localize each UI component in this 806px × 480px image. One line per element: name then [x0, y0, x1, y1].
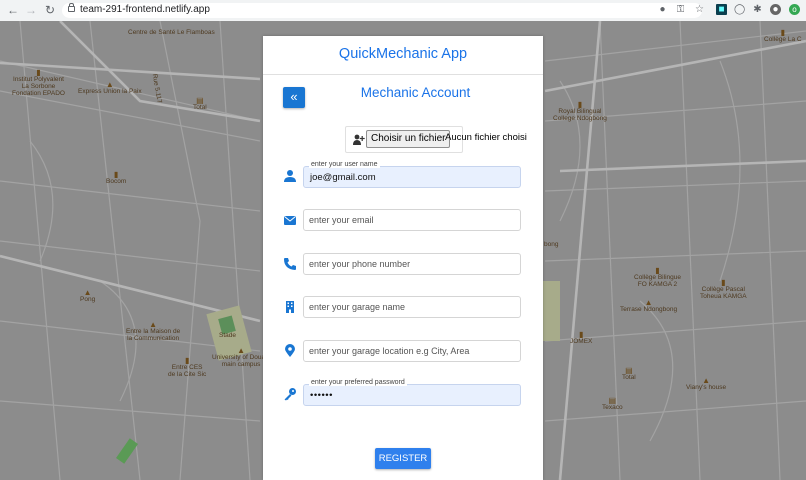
map-label: bong: [544, 241, 559, 248]
extension-circle-icon[interactable]: ◯: [734, 4, 745, 15]
shop-icon: ▲: [83, 288, 92, 297]
reload-icon[interactable]: ↻: [43, 3, 57, 17]
map-label: ▮ Royal Bilingual College Ndogbong: [553, 100, 607, 123]
password-label: enter your preferred password: [309, 379, 407, 386]
map-label: Stade: [219, 332, 236, 339]
fuel-icon: ▤: [625, 366, 633, 375]
shop-icon: ▲: [702, 376, 711, 385]
account-badge[interactable]: o: [789, 4, 800, 15]
password-field[interactable]: enter your preferred password ••••••: [303, 379, 521, 406]
fuel-icon: ▤: [196, 96, 204, 105]
university-icon: ▲: [237, 346, 246, 355]
envelope-icon: [284, 216, 296, 225]
puzzle-icon[interactable]: ✱: [752, 4, 763, 15]
key-icon: [284, 388, 296, 401]
map-label: ▲ University of Douala main campus: [212, 346, 271, 369]
phone-placeholder: enter your phone number: [309, 259, 411, 269]
map-label: ▲ Entre la Maison de la Communication: [126, 320, 181, 343]
email-placeholder: enter your email: [309, 215, 374, 225]
school-icon: ▮: [577, 100, 583, 109]
garage-name-placeholder: enter your garage name: [309, 302, 406, 312]
garage-name-field[interactable]: enter your garage name: [303, 296, 521, 318]
school-icon: ▮: [721, 278, 726, 287]
lock-icon: [68, 3, 75, 12]
map-label: ▲ Terrase Ndongbong: [620, 298, 678, 314]
map-label: ▮ Bocom: [106, 170, 127, 186]
map-label: ▲ Pong: [80, 288, 96, 304]
back-button[interactable]: «: [283, 87, 305, 108]
password-value: ••••••: [310, 390, 333, 401]
user-plus-icon: [353, 134, 365, 145]
app-title: QuickMechanic App: [338, 46, 468, 62]
shop-icon: ▲: [105, 80, 114, 89]
double-chevron-left-icon: «: [290, 89, 298, 104]
bank-icon: ▮: [113, 170, 119, 179]
map-label: ▲ Viany's house: [686, 376, 727, 392]
back-arrow-icon[interactable]: ←: [6, 3, 20, 17]
star-icon[interactable]: ☆: [694, 4, 705, 15]
phone-field[interactable]: enter your phone number: [303, 253, 521, 275]
choose-file-button[interactable]: Choisir un fichier: [366, 130, 451, 148]
profile-avatar[interactable]: ●: [770, 4, 781, 15]
username-field[interactable]: enter your user name joe@gmail.com: [303, 161, 521, 188]
register-button[interactable]: REGISTER: [375, 448, 431, 469]
garage-location-placeholder: enter your garage location e.g City, Are…: [309, 346, 470, 356]
email-field[interactable]: enter your email: [303, 209, 521, 231]
map-label: ▤ Total: [193, 96, 207, 112]
map-label: Centre de Santé Le Flamboas: [128, 29, 215, 36]
map-label: ▮ Entre CES de la Cite Sic: [168, 356, 207, 379]
school-icon: ▮: [184, 356, 190, 365]
map-label: ▮ Collège La C: [764, 28, 802, 44]
username-value: joe@gmail.com: [310, 172, 376, 183]
forward-arrow-icon[interactable]: →: [24, 3, 38, 17]
shop-icon: ▲: [149, 320, 158, 329]
map-label: ▮ Collège Pascal Toheua KAMGA: [700, 278, 747, 301]
location-pin-icon[interactable]: ●: [657, 4, 668, 15]
user-icon: [284, 170, 296, 182]
map-label: ▲ Express Union la Paix: [78, 80, 142, 96]
restaurant-icon: ▮: [579, 330, 584, 339]
map-label: ▤ Total: [622, 366, 636, 382]
fuel-icon: ▤: [608, 396, 617, 405]
key-icon[interactable]: ⚿: [675, 4, 686, 15]
shop-icon: ▲: [644, 298, 653, 307]
page-title: Mechanic Account: [360, 85, 471, 100]
browser-toolbar: ← → ↻ team-291-frontend.netlify.app ● ⚿ …: [0, 0, 806, 22]
phone-icon: [284, 258, 296, 270]
map-label: ▮ JOMEX: [570, 330, 593, 346]
map-label: ▮ Collège Bilingue FO KAMGA 2: [634, 266, 681, 289]
username-label: enter your user name: [309, 161, 380, 168]
school-icon: ▮: [780, 28, 785, 37]
map-marker-icon: [285, 344, 295, 357]
map-label: ▤ Texaco: [602, 396, 623, 412]
building-icon: [286, 301, 294, 313]
school-icon: ▮: [655, 266, 660, 275]
url-text[interactable]: team-291-frontend.netlify.app: [80, 4, 210, 15]
extension-icon[interactable]: ■: [716, 4, 727, 15]
register-card: QuickMechanic App « Mechanic Account Cho…: [263, 36, 543, 480]
school-icon: ▮: [36, 68, 41, 77]
garage-location-field[interactable]: enter your garage location e.g City, Are…: [303, 340, 521, 362]
map-label: ▮ Institut Polyvalent La Sorbone Fondatio…: [12, 68, 65, 98]
file-status: Aucun fichier choisi: [445, 132, 527, 143]
app-header: QuickMechanic App: [263, 36, 543, 75]
